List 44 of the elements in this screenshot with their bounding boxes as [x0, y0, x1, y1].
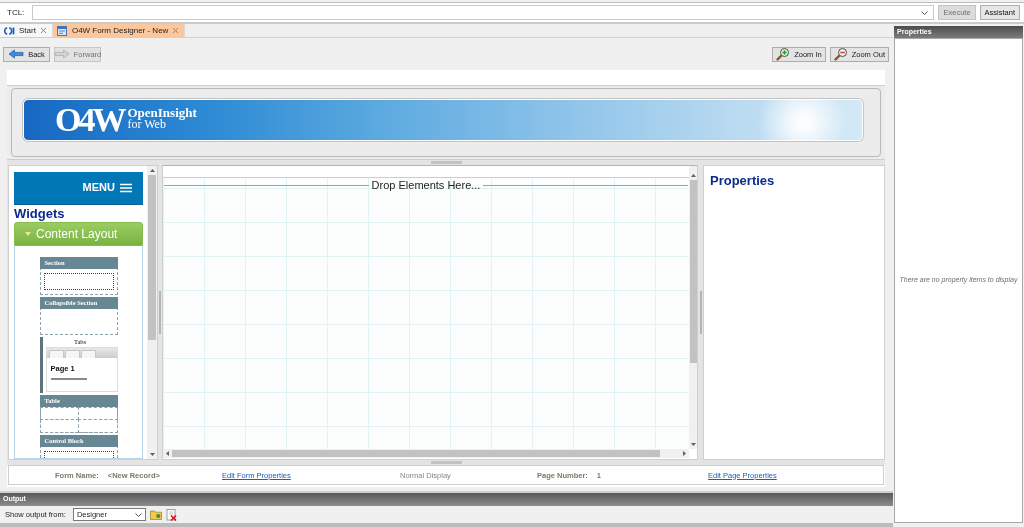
table-cell-outline [39, 419, 79, 433]
field-label: TCL: [7, 7, 26, 18]
menu-icon [120, 183, 132, 193]
panel-heading: Properties [710, 173, 776, 188]
close-icon [172, 27, 180, 34]
design-canvas[interactable]: Drop Elements Here... [162, 165, 698, 460]
scroll-left-icon [166, 451, 169, 456]
caret-down-icon [921, 10, 929, 15]
logo-subtitle: for Web [127, 119, 166, 129]
vertical-scrollbar[interactable] [689, 166, 697, 449]
dotted-frame [43, 273, 114, 290]
menu-button[interactable]: MENU [14, 172, 143, 205]
vertical-scrollbar[interactable] [147, 166, 157, 459]
scroll-up-icon [149, 169, 155, 172]
table-cell-outline [77, 419, 118, 433]
command-field[interactable] [32, 5, 935, 20]
text-line-drawing [50, 378, 87, 380]
scrollbar-thumb[interactable] [689, 180, 697, 363]
scroll-right-icon [683, 451, 686, 456]
table-cell-outline [39, 407, 79, 420]
brackets-icon [4, 26, 15, 35]
scroll-down-icon [149, 453, 155, 456]
close-icon [39, 27, 47, 34]
document-tab[interactable]: O4W Form Designer - New [52, 24, 186, 37]
scrollbar-thumb[interactable] [148, 175, 156, 340]
folder-icon [149, 509, 162, 520]
caret-down-icon [134, 512, 142, 517]
scroll-down-icon [690, 443, 696, 446]
logo-title: OpenInsight [127, 107, 197, 119]
scroll-up-icon [690, 174, 696, 177]
zoom-out-icon [833, 47, 848, 61]
panel-heading: Widgets [14, 206, 66, 221]
horizontal-scrollbar[interactable] [163, 449, 689, 458]
document-tab[interactable]: Start [0, 24, 53, 37]
zoom-in-icon [776, 47, 791, 61]
scrollbar-thumb[interactable] [172, 450, 660, 457]
logo-text: O4W [55, 103, 125, 137]
arrow-right-icon [53, 49, 70, 59]
drop-hint: Drop Elements Here... [371, 178, 481, 192]
page-cross-icon [165, 508, 177, 521]
table-cell-outline [77, 407, 118, 420]
arrow-left-icon [8, 49, 25, 59]
form-icon [56, 25, 68, 36]
splitter-handle[interactable] [430, 161, 462, 164]
